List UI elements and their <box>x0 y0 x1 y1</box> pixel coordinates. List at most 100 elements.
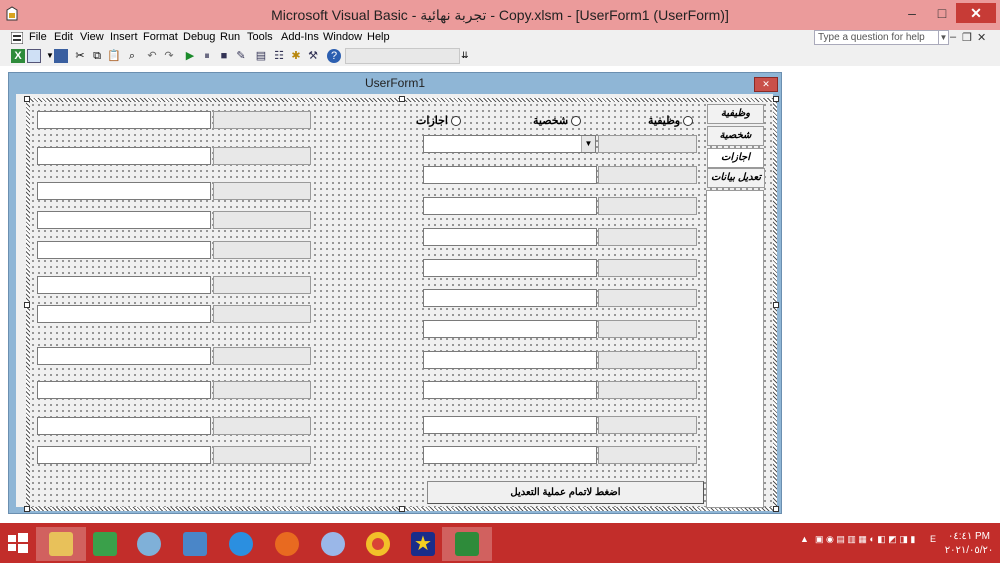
resize-handle[interactable] <box>773 302 779 308</box>
menu-window[interactable]: Window <box>323 31 362 43</box>
textbox[interactable] <box>423 289 597 307</box>
chevron-down-icon[interactable]: ▼ <box>581 136 595 152</box>
vba-menu-icon[interactable] <box>11 32 23 44</box>
copy-icon[interactable]: ⧉ <box>90 49 104 63</box>
taskbar-star-app[interactable]: ★ <box>398 527 448 561</box>
taskbar-internet-explorer[interactable] <box>216 527 266 561</box>
language-indicator[interactable]: E <box>930 534 936 544</box>
taskbar-calculator[interactable] <box>80 527 130 561</box>
redo-icon[interactable]: ↷ <box>162 49 176 63</box>
taskbar-excel[interactable] <box>442 527 492 561</box>
help-icon[interactable]: ? <box>327 49 341 63</box>
textbox[interactable] <box>423 259 597 277</box>
paste-icon[interactable]: 📋 <box>107 49 121 63</box>
resize-handle[interactable] <box>24 506 30 512</box>
break-icon[interactable]: ⏸ <box>200 49 214 63</box>
radio-circle-icon[interactable] <box>450 116 461 127</box>
textbox[interactable] <box>37 211 211 229</box>
label-box <box>598 135 697 153</box>
menu-run[interactable]: Run <box>220 31 240 43</box>
taskbar-browser[interactable] <box>308 527 358 561</box>
tray-icons[interactable]: ▣ ◉ ▤ ▥ ▦ ◐ ◧ ◩ ◨ ▮ <box>815 534 915 545</box>
textbox[interactable] <box>423 166 597 184</box>
tab-vacations[interactable]: اجازات <box>707 148 764 168</box>
insert-userform-icon[interactable] <box>27 49 41 63</box>
textbox[interactable] <box>423 381 597 399</box>
resize-handle[interactable] <box>399 506 405 512</box>
help-search-input[interactable]: Type a question for help ▼ <box>814 30 949 45</box>
textbox[interactable] <box>37 111 211 129</box>
textbox[interactable] <box>423 446 597 464</box>
menu-insert[interactable]: Insert <box>110 31 138 43</box>
mdi-minimize-button[interactable]: – <box>950 31 956 43</box>
undo-icon[interactable]: ↶ <box>145 49 159 63</box>
menu-format[interactable]: Format <box>143 31 178 43</box>
textbox[interactable] <box>37 347 211 365</box>
reset-icon[interactable]: ■ <box>217 49 231 63</box>
excel-icon[interactable]: X <box>11 49 25 63</box>
toolbar-options-icon[interactable]: ⇊ <box>461 50 469 61</box>
save-icon[interactable] <box>54 49 68 63</box>
windows-start-icon[interactable] <box>8 533 28 553</box>
resize-handle[interactable] <box>773 96 779 102</box>
combobox[interactable]: ▼ <box>423 135 596 153</box>
textbox[interactable] <box>37 446 211 464</box>
taskbar-file-explorer[interactable] <box>36 527 86 561</box>
textbox[interactable] <box>423 197 597 215</box>
taskbar-chrome[interactable] <box>353 527 403 561</box>
menu-file[interactable]: File <box>29 31 47 43</box>
internet-explorer-icon <box>229 532 253 556</box>
menu-help[interactable]: Help <box>367 31 390 43</box>
radio-circle-icon[interactable] <box>571 116 582 127</box>
help-dropdown-icon[interactable]: ▼ <box>938 31 948 44</box>
textbox[interactable] <box>423 228 597 246</box>
textbox[interactable] <box>423 416 597 434</box>
menu-debug[interactable]: Debug <box>183 31 215 43</box>
menu-edit[interactable]: Edit <box>54 31 73 43</box>
taskbar-firefox[interactable] <box>262 527 312 561</box>
textbox[interactable] <box>37 147 211 165</box>
find-icon[interactable]: ⌕ <box>125 49 139 63</box>
submit-edit-button[interactable]: اضغط لاتمام عملية التعديل <box>427 481 704 504</box>
resize-handle[interactable] <box>773 506 779 512</box>
menu-view[interactable]: View <box>80 31 104 43</box>
textbox[interactable] <box>423 351 597 369</box>
taskbar-paint[interactable] <box>124 527 174 561</box>
minimize-button[interactable]: – <box>898 3 926 23</box>
close-button[interactable]: ✕ <box>956 3 996 23</box>
tab-job[interactable]: وظيفية <box>707 104 764 124</box>
maximize-button[interactable]: □ <box>928 3 956 23</box>
tab-edit-data[interactable]: تعديل بيانات <box>707 168 765 188</box>
tab-personal[interactable]: شخصية <box>707 126 764 146</box>
textbox[interactable] <box>37 276 211 294</box>
resize-handle[interactable] <box>24 302 30 308</box>
resize-handle[interactable] <box>24 96 30 102</box>
mdi-restore-button[interactable]: ❐ <box>962 31 972 44</box>
textbox[interactable] <box>423 320 597 338</box>
properties-icon[interactable]: ☷ <box>272 49 286 63</box>
project-explorer-icon[interactable]: ▤ <box>254 49 268 63</box>
run-icon[interactable]: ▶ <box>183 49 197 63</box>
option-personal[interactable]: شخصية <box>533 114 582 127</box>
cut-icon[interactable]: ✂ <box>73 49 87 63</box>
textbox[interactable] <box>37 417 211 435</box>
toolbox-icon[interactable]: ⚒ <box>306 49 320 63</box>
menu-tools[interactable]: Tools <box>247 31 273 43</box>
system-clock[interactable]: ٠٤:٤١ PM ٢٠٢١/٠٥/٢٠ <box>940 530 998 558</box>
radio-circle-icon[interactable] <box>683 116 694 127</box>
menu-add-ins[interactable]: Add-Ins <box>281 31 319 43</box>
mdi-close-button[interactable]: ✕ <box>977 31 986 44</box>
option-job[interactable]: وظيفية <box>648 114 694 127</box>
label-box <box>598 166 697 184</box>
tray-chevron-icon[interactable]: ▲ <box>800 534 809 544</box>
design-mode-icon[interactable]: ✎ <box>234 49 248 63</box>
object-browser-icon[interactable]: ✱ <box>289 49 303 63</box>
textbox[interactable] <box>37 182 211 200</box>
resize-handle[interactable] <box>399 96 405 102</box>
textbox[interactable] <box>37 381 211 399</box>
option-vacations[interactable]: اجازات <box>416 114 461 127</box>
userform-close-button[interactable]: ✕ <box>754 77 778 92</box>
taskbar-app[interactable] <box>170 527 220 561</box>
textbox[interactable] <box>37 305 211 323</box>
textbox[interactable] <box>37 241 211 259</box>
